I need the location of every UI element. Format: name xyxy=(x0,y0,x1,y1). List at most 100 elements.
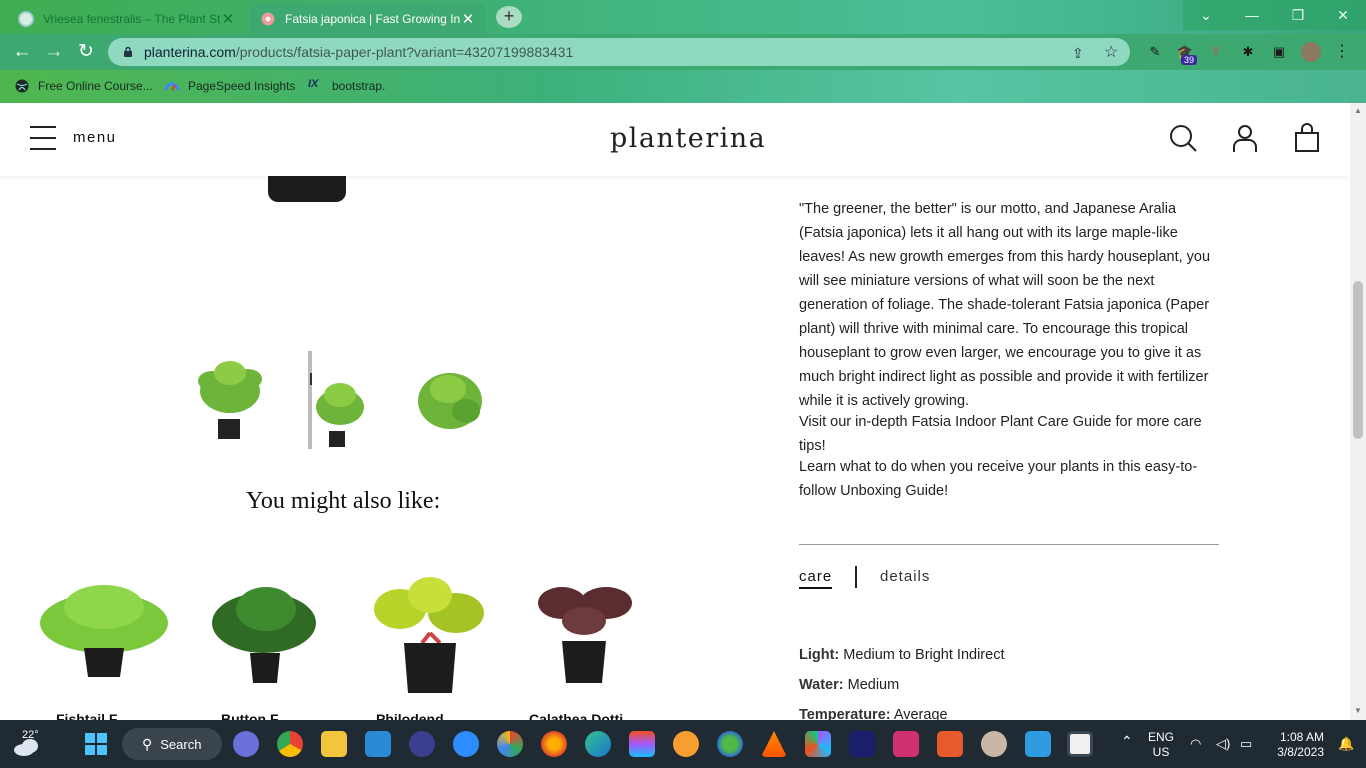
bookmark-free-online-course[interactable]: Free Online Course... xyxy=(14,77,153,95)
product-card-button-fern[interactable] xyxy=(196,573,336,693)
tab-title: Fatsia japonica | Fast Growing Ind xyxy=(285,11,460,26)
bookmark-pagespeed[interactable]: PageSpeed Insights xyxy=(164,77,295,95)
battery-icon[interactable]: ▭ xyxy=(1240,736,1252,751)
windows-start-icon[interactable] xyxy=(83,731,109,757)
snip-tool-icon[interactable] xyxy=(1067,731,1093,757)
app-icon-2[interactable] xyxy=(981,731,1007,757)
file-explorer-icon[interactable] xyxy=(321,731,347,757)
reload-icon[interactable]: ↻ xyxy=(74,40,98,64)
product-card-calathea-dottie[interactable] xyxy=(514,573,654,693)
url-path: /products/fatsia-paper-plant?variant=432… xyxy=(235,44,574,60)
product-card-name[interactable]: Calathea Dotti xyxy=(529,711,623,720)
clock[interactable]: 1:08 AM 3/8/2023 xyxy=(1272,730,1324,760)
product-card-fishtail-fern[interactable] xyxy=(34,573,174,693)
tab-fatsia[interactable]: Fatsia japonica | Fast Growing Ind ✕ xyxy=(250,3,486,34)
eclipse-icon[interactable] xyxy=(409,731,435,757)
product-card-philodendron[interactable] xyxy=(360,573,500,693)
product-card-name[interactable]: Philodend xyxy=(376,711,444,720)
attribute-water: Water: Medium xyxy=(799,677,899,693)
language-indicator[interactable]: ENG US xyxy=(1148,730,1174,760)
y-extension-icon[interactable]: Y xyxy=(1206,42,1226,62)
product-thumbnail-3[interactable] xyxy=(408,351,492,451)
url-host: planterina.com xyxy=(144,44,236,60)
share-icon[interactable]: ⇪ xyxy=(1072,45,1084,62)
zoom-icon[interactable] xyxy=(453,731,479,757)
care-guide-link[interactable]: Visit our in-depth Fatsia Indoor Plant C… xyxy=(799,410,1221,458)
close-icon[interactable]: ✕ xyxy=(460,10,476,28)
page-scrollbar[interactable]: ▲ ▼ xyxy=(1350,103,1366,720)
tab-title: Vriesea fenestralis – The Plant Sto xyxy=(43,11,220,26)
extension-badge: 39 xyxy=(1181,55,1198,65)
plant-store-favicon xyxy=(18,10,34,27)
weather-temperature[interactable]: 22° xyxy=(22,729,39,741)
close-icon[interactable]: ✕ xyxy=(220,10,236,28)
product-main-image xyxy=(268,176,346,202)
photos-icon[interactable] xyxy=(497,731,523,757)
attribute-light: Light: Medium to Bright Indirect xyxy=(799,647,1004,663)
star-icon[interactable]: ☆ xyxy=(1104,42,1118,62)
forward-arrow-icon[interactable]: → xyxy=(42,40,66,64)
app-icon[interactable] xyxy=(673,731,699,757)
restore-button[interactable]: ❐ xyxy=(1275,0,1321,30)
notification-bell-icon[interactable]: 🔔 xyxy=(1338,736,1354,751)
vscode-icon[interactable] xyxy=(365,731,391,757)
xampp-icon[interactable] xyxy=(937,731,963,757)
firefox-icon[interactable] xyxy=(541,731,567,757)
address-bar[interactable]: planterina.com/products/fatsia-paper-pla… xyxy=(108,38,1130,66)
hamburger-icon[interactable] xyxy=(30,126,56,150)
search-icon[interactable] xyxy=(1168,123,1198,153)
product-card-name[interactable]: Button F xyxy=(221,711,279,720)
puzzle-icon[interactable]: ✱ xyxy=(1238,42,1258,62)
bookmark-label: PageSpeed Insights xyxy=(188,79,296,93)
scroll-down-icon[interactable]: ▼ xyxy=(1354,706,1362,715)
chrome-icon[interactable] xyxy=(277,731,303,757)
taskbar-search[interactable]: ⚲ Search xyxy=(122,728,222,760)
avatar[interactable] xyxy=(1301,42,1321,62)
region-code: US xyxy=(1152,745,1170,759)
eyedropper-extension-icon[interactable]: ✎ xyxy=(1145,42,1165,62)
new-tab-button[interactable]: + xyxy=(496,6,522,28)
edge-icon[interactable] xyxy=(585,731,611,757)
side-panel-icon[interactable]: ▣ xyxy=(1269,42,1289,62)
product-thumbnail-1[interactable] xyxy=(190,351,274,451)
chevron-up-icon[interactable]: ⌃ xyxy=(1121,734,1133,749)
paint-icon[interactable] xyxy=(1025,731,1051,757)
tab-search-button[interactable]: ⌄ xyxy=(1183,0,1229,30)
browser-chrome: Vriesea fenestralis – The Plant Sto ✕ Fa… xyxy=(0,0,1366,103)
scrollbar-thumb[interactable] xyxy=(1353,281,1363,439)
bookmark-label: bootstrap. xyxy=(332,79,386,93)
site-logo[interactable]: planterina xyxy=(610,123,766,154)
creative-cloud-icon[interactable] xyxy=(893,731,919,757)
wifi-icon[interactable]: ◠ xyxy=(1190,736,1201,751)
design-app-icon[interactable] xyxy=(805,731,831,757)
product-card-name[interactable]: Fishtail F xyxy=(56,711,117,720)
teams-icon[interactable] xyxy=(233,731,259,757)
scroll-up-icon[interactable]: ▲ xyxy=(1354,106,1362,115)
volume-icon[interactable]: ◁) xyxy=(1216,736,1230,751)
account-icon[interactable] xyxy=(1230,123,1260,153)
minimize-button[interactable]: — xyxy=(1229,0,1275,30)
tab-separator xyxy=(855,566,857,588)
bootstrap-icon: IX xyxy=(308,78,319,90)
tab-care[interactable]: care xyxy=(799,568,833,589)
attribute-value: Medium to Bright Indirect xyxy=(843,647,1005,663)
back-arrow-icon[interactable]: ← xyxy=(10,40,34,64)
attribute-label: Water: xyxy=(799,677,844,693)
kebab-menu-icon[interactable]: ⋮ xyxy=(1332,42,1352,62)
lock-icon xyxy=(124,46,132,57)
maps-icon[interactable] xyxy=(717,731,743,757)
tab-details[interactable]: details xyxy=(880,568,930,585)
menu-label[interactable]: menu xyxy=(73,129,117,146)
bookmark-label: Free Online Course... xyxy=(38,79,153,93)
bookmark-bootstrap[interactable]: IX bootstrap. xyxy=(308,77,385,95)
attribute-label: Temperature: xyxy=(799,707,891,720)
night-app-icon[interactable] xyxy=(849,731,875,757)
tab-vriesea[interactable]: Vriesea fenestralis – The Plant Sto ✕ xyxy=(8,3,246,34)
clock-date: 3/8/2023 xyxy=(1277,745,1324,759)
attribute-temperature: Temperature: Average xyxy=(799,707,948,720)
product-thumbnail-2[interactable] xyxy=(292,351,388,451)
cart-icon[interactable] xyxy=(1292,123,1322,153)
figma-icon[interactable] xyxy=(629,731,655,757)
close-window-button[interactable]: ✕ xyxy=(1320,0,1366,30)
unboxing-guide-link[interactable]: Learn what to do when you receive your p… xyxy=(799,455,1221,503)
